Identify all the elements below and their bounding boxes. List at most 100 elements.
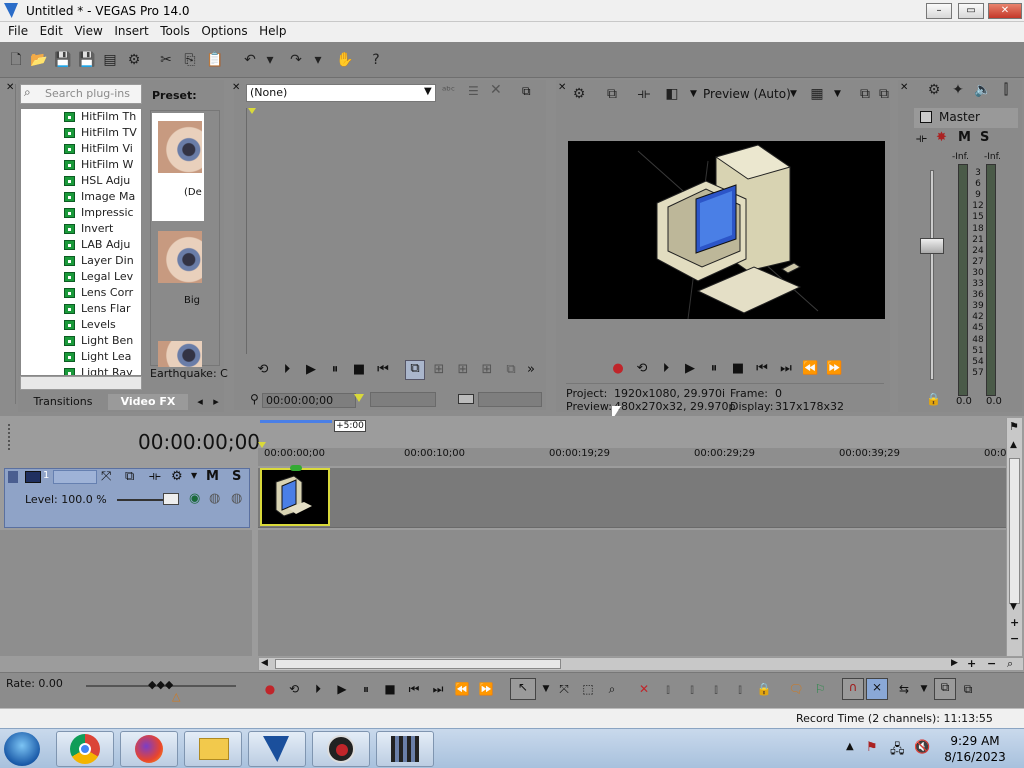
tab-next-arrow-icon[interactable]: ▸	[210, 394, 222, 410]
plugin-tree-item[interactable]: Light Ben	[21, 333, 141, 349]
lock-envelopes-icon[interactable]: ⧉	[934, 678, 956, 700]
make-compositing-child-icon[interactable]: ◍	[231, 491, 242, 506]
menu-edit[interactable]: Edit	[40, 24, 63, 38]
plugin-tree-item[interactable]: Levels	[21, 317, 141, 333]
trim-end-icon[interactable]: ⫾	[708, 681, 724, 697]
start-button-icon[interactable]	[4, 732, 40, 766]
ripple-edit-icon[interactable]: ⇆	[896, 681, 912, 697]
chevron-down-icon[interactable]: ▼	[191, 471, 197, 480]
remove-icon[interactable]: ✕	[490, 82, 502, 98]
play-icon[interactable]: ▶	[682, 361, 698, 377]
preview-settings-gear-icon[interactable]: ⚙	[571, 86, 587, 102]
record-icon[interactable]: ●	[610, 361, 626, 377]
timeline-ruler[interactable]: 00:00:00;00 00:00:10;00 00:00:19;29 00:0…	[258, 448, 1006, 466]
zoom-in-icon[interactable]: +	[967, 657, 976, 670]
menu-insert[interactable]: Insert	[114, 24, 148, 38]
overlays-grid-icon[interactable]: ▦	[809, 86, 825, 102]
video-event-clip[interactable]	[260, 468, 330, 526]
plugin-tree-item[interactable]: Invert	[21, 221, 141, 237]
video-preview-screen[interactable]	[568, 141, 885, 319]
mixer-view-icon[interactable]: ⫿	[998, 82, 1014, 98]
settings-gear-icon[interactable]: ⚙	[126, 52, 142, 68]
next-frame-icon[interactable]: ⏩	[478, 681, 494, 697]
plugin-tree-item[interactable]: Light Ray	[21, 365, 141, 375]
edit-details-icon[interactable]: ✋	[336, 52, 353, 68]
lock-icon[interactable]: 🔒	[926, 392, 941, 406]
auto-crossfade-icon[interactable]: ⨯	[866, 678, 888, 700]
trimmer-media-select[interactable]: (None)	[246, 84, 436, 102]
zoom-out-icon[interactable]: −	[987, 657, 996, 670]
plugin-tree-item[interactable]: Impressic	[21, 205, 141, 221]
plugin-tree-item[interactable]: LAB Adju	[21, 237, 141, 253]
master-mute-button[interactable]: M	[958, 130, 971, 145]
maximize-button[interactable]: ▭	[958, 3, 984, 19]
plugin-tree-item[interactable]: HitFilm W	[21, 157, 141, 173]
speaker-icon[interactable]: 🔈	[974, 82, 991, 98]
save-snapshot-icon[interactable]: ⧉	[876, 86, 892, 102]
delete-icon[interactable]: ✕	[636, 681, 652, 697]
plugin-tree-item[interactable]: HitFilm TV	[21, 125, 141, 141]
chrome-taskbar-button[interactable]	[56, 731, 114, 767]
play-from-start-icon[interactable]: ⏵	[279, 362, 295, 378]
video-track-header[interactable]: 1 ⤧ ⧉ ⟛ ⚙ ▼ M S Level: 100.0 % ◉ ◍ ◍	[4, 468, 250, 528]
volume-icon[interactable]: 🔇	[914, 740, 930, 755]
fx-icon[interactable]: ✸	[936, 130, 947, 145]
plugin-tree-item[interactable]: Lens Flar	[21, 301, 141, 317]
track-settings-gear-icon[interactable]: ⚙	[171, 469, 183, 484]
render-icon[interactable]: ▤	[102, 52, 118, 68]
undo-icon[interactable]: ↶	[242, 52, 258, 68]
pause-icon[interactable]: ⏸	[327, 362, 343, 378]
region-icon[interactable]: ⚐	[812, 681, 828, 697]
lock-icon[interactable]: 🔒	[756, 681, 772, 697]
menu-view[interactable]: View	[74, 24, 102, 38]
preview-close-icon[interactable]: ✕	[558, 82, 566, 93]
go-to-end-icon[interactable]: ⏭	[778, 361, 794, 377]
track-motion-icon[interactable]: ⤧	[101, 469, 111, 484]
new-file-icon[interactable]: 🗋	[8, 52, 24, 68]
paste-icon[interactable]: 📋	[206, 52, 223, 68]
scroll-left-arrow-icon[interactable]: ◀	[261, 658, 268, 668]
trim-icon[interactable]: ⫾	[684, 681, 700, 697]
search-input[interactable]: Search plug-ins	[20, 84, 142, 104]
add-to-timeline-icon[interactable]: ⊞	[431, 362, 447, 378]
go-to-start-icon[interactable]: ⏮	[375, 362, 391, 378]
firefox-taskbar-button[interactable]	[120, 731, 178, 767]
selection-tool-icon[interactable]: ⬚	[580, 681, 596, 697]
timeline-vscroll[interactable]: ⚑ ▲ ▼ + −	[1006, 418, 1022, 656]
close-button[interactable]: ✕	[988, 3, 1022, 19]
external-monitor-icon[interactable]: ⧉	[604, 86, 620, 102]
trim-start-icon[interactable]: ⫾	[660, 681, 676, 697]
plugin-tree-item[interactable]: Image Ma	[21, 189, 141, 205]
plugin-tree-item[interactable]: Layer Din	[21, 253, 141, 269]
vegas-taskbar-button[interactable]	[248, 731, 306, 767]
trimmer-close-icon[interactable]: ✕	[232, 82, 240, 93]
plugin-tree-item[interactable]: HitFilm Vi	[21, 141, 141, 157]
plugin-tree-item[interactable]: Legal Lev	[21, 269, 141, 285]
menu-help[interactable]: Help	[259, 24, 286, 38]
menu-tools[interactable]: Tools	[160, 24, 190, 38]
trimmer-menu-icon[interactable]: ⧉	[522, 84, 531, 99]
compositing-child-icon[interactable]: ◍	[209, 491, 220, 506]
play-icon[interactable]: ▶	[303, 362, 319, 378]
plugin-tree-item[interactable]: Light Lea	[21, 349, 141, 365]
scroll-down-arrow-icon[interactable]: ▼	[1010, 602, 1017, 612]
minimize-button[interactable]: –	[926, 3, 952, 19]
preset-thumbnail[interactable]: Big	[152, 223, 204, 331]
marker-icon[interactable]: 🗨	[788, 681, 804, 697]
previous-frame-icon[interactable]: ⏪	[454, 681, 470, 697]
master-solo-button[interactable]: S	[980, 130, 989, 145]
scroll-thumb[interactable]	[275, 659, 561, 669]
trimmer-view[interactable]	[246, 108, 544, 354]
ignore-grouping-icon[interactable]: ⧉	[960, 681, 976, 697]
explorer-taskbar-button[interactable]	[184, 731, 242, 767]
flag-icon[interactable]: ⚑	[1009, 420, 1019, 433]
pan-icon[interactable]: ⟛	[916, 131, 927, 146]
plugin-tree-item[interactable]: HSL Adju	[21, 173, 141, 189]
show-hidden-icons[interactable]: ▲	[846, 741, 854, 752]
previous-frame-icon[interactable]: ⏪	[802, 361, 818, 377]
split-icon[interactable]: ⫾	[732, 681, 748, 697]
zoom-tool-icon[interactable]: ⌕	[604, 681, 620, 697]
go-to-start-icon[interactable]: ⏮	[406, 681, 422, 697]
chevron-down-icon[interactable]: ▼	[424, 86, 432, 97]
timeline-empty-area[interactable]	[258, 530, 1006, 656]
